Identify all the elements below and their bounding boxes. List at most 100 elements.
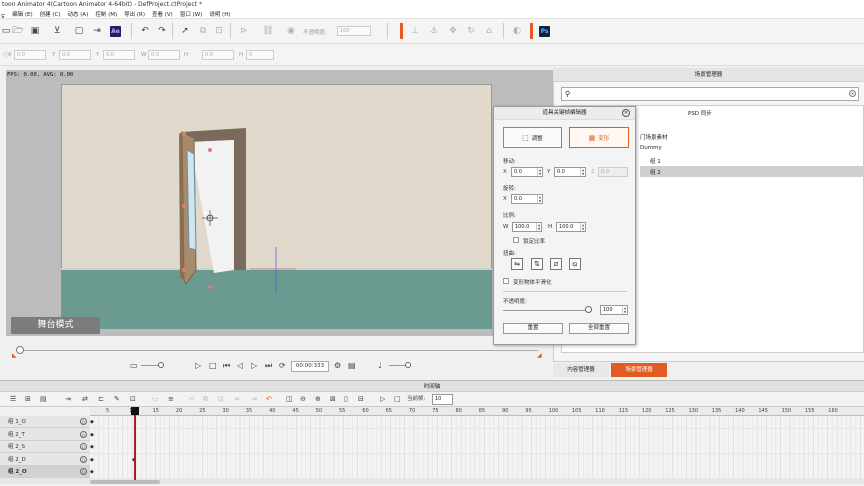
volume-slider-handle[interactable] <box>405 362 411 368</box>
clear-search-icon[interactable]: ✕ <box>849 90 856 97</box>
monitor-icon[interactable]: ▭ <box>130 361 138 371</box>
scale-h-input[interactable]: 100.0 ▲ ▼ <box>556 222 586 232</box>
pivot-point[interactable] <box>208 148 212 152</box>
copy-icon[interactable]: ⧉ <box>197 25 209 37</box>
cut-icon[interactable]: ✂ <box>189 394 195 404</box>
scrubber-handle[interactable] <box>16 346 24 354</box>
timeline-track[interactable]: 组 2_O ○ ◆ <box>0 466 864 478</box>
track-frames[interactable] <box>90 428 864 441</box>
keyframe-diamond-icon[interactable]: ◆ <box>90 469 94 475</box>
opacity-slider-handle[interactable] <box>585 306 592 313</box>
skew-left-icon[interactable]: ⧄ <box>550 258 562 270</box>
opacity-slider-track[interactable] <box>503 310 591 311</box>
track-frames[interactable] <box>90 466 864 478</box>
rotate-input[interactable]: 0.0 ▲ ▼ <box>511 194 543 204</box>
prev-key-icon[interactable]: ⇤ <box>235 394 241 404</box>
eye-icon[interactable]: ◉ <box>285 25 297 37</box>
zoom-out-icon[interactable]: ⊖ <box>300 394 306 404</box>
paste-key-icon[interactable]: ⊡ <box>218 394 224 404</box>
y2-input[interactable]: 0.0 <box>103 50 135 60</box>
import-icon[interactable]: ⊻ <box>51 25 63 37</box>
reset-button[interactable]: 重置 <box>503 323 563 334</box>
transform-mode-button[interactable]: ▦ 变形 <box>569 127 629 148</box>
key-icon[interactable]: ⇥ <box>65 394 71 404</box>
sound-icon[interactable]: ⊡ <box>130 394 136 404</box>
fit-all-icon[interactable]: ⊠ <box>330 394 336 404</box>
export-icon[interactable]: ⇥ <box>91 25 103 37</box>
smooth-checkbox[interactable] <box>503 278 509 284</box>
track-list-icon[interactable]: ☰ <box>10 394 16 404</box>
flip-horizontal-icon[interactable]: ⇋ <box>511 258 523 270</box>
reset-key-icon[interactable]: ↶ <box>266 394 272 404</box>
settings-gear-icon[interactable]: ⚙ <box>334 361 341 371</box>
pivot-point[interactable] <box>208 285 212 289</box>
layer-icon[interactable]: ⊞ <box>25 394 31 404</box>
w-input[interactable]: 0.0 <box>148 50 180 60</box>
stage-icon[interactable]: ▢ <box>73 25 85 37</box>
skew-right-icon[interactable]: ⧅ <box>569 258 581 270</box>
copy-key-icon[interactable]: ⧉ <box>203 394 208 404</box>
h-input[interactable]: 0.0 <box>202 50 234 60</box>
visibility-icon[interactable]: ○ <box>80 455 87 463</box>
track-frames[interactable] <box>90 453 864 466</box>
visibility-icon[interactable]: ○ <box>80 430 87 438</box>
track-frames[interactable] <box>90 416 864 428</box>
tree-item-group1[interactable]: 组 1 <box>650 157 661 165</box>
menu-view[interactable]: 查看 (V) <box>152 10 173 18</box>
timeline-track[interactable]: 组 2_T ○ ◆ <box>0 428 864 441</box>
link-icon[interactable]: ⛓ <box>262 25 274 37</box>
adjust-mode-button[interactable]: ⬚ 调整 <box>503 127 562 148</box>
tab-content-manager[interactable]: 内容管理器 <box>553 363 609 377</box>
menu-help[interactable]: 说明 (H) <box>209 10 230 18</box>
insert-key-icon[interactable]: ▭ <box>152 394 159 404</box>
move-x-input[interactable]: 0.0 ▲ ▼ <box>511 167 543 177</box>
open-folder-icon[interactable]: 🗁 <box>12 25 24 37</box>
tree-item-scene[interactable]: 门场景素材 <box>640 133 668 141</box>
psd-sync-label[interactable]: PSD 同步 <box>688 109 712 117</box>
timeline-play-icon[interactable]: ▷ <box>380 394 385 404</box>
timeline-track[interactable]: 组 2_D○◆◆ <box>0 453 864 466</box>
anchor-icon[interactable]: ⚓ <box>428 25 440 37</box>
last-frame-icon[interactable]: ⏭ <box>265 361 272 371</box>
paste-icon[interactable]: ⊡ <box>213 25 225 37</box>
rotate-icon[interactable]: ↻ <box>465 25 477 37</box>
dialog-opacity-input[interactable]: 100 ▲ ▼ <box>600 305 628 315</box>
scale-w-input[interactable]: 100.0 ▲ ▼ <box>512 222 542 232</box>
mirror-icon[interactable]: ⊥ <box>409 25 421 37</box>
y-input[interactable]: 0.0 <box>59 50 91 60</box>
visibility-icon[interactable]: ○ <box>80 468 87 475</box>
photoshop-icon[interactable]: Ps <box>539 26 550 37</box>
camera-icon[interactable]: ◐ <box>511 25 523 37</box>
timeline-track[interactable]: 组 1_O ○ ◆ <box>0 416 864 428</box>
keyframe-diamond-icon[interactable]: ◆ <box>90 432 94 438</box>
display-icon[interactable]: ▤ <box>348 361 356 371</box>
pivot-point[interactable] <box>182 204 186 208</box>
transition-icon[interactable]: ⇄ <box>82 394 88 404</box>
first-frame-icon[interactable]: ⏮ <box>223 361 230 371</box>
undo-icon[interactable]: ↶ <box>139 25 151 37</box>
zoom-in-icon[interactable]: ⊕ <box>315 394 321 404</box>
next-key-icon[interactable]: ⇥ <box>251 394 257 404</box>
edit-icon[interactable]: ✎ <box>114 394 120 404</box>
marker-icon[interactable]: ▯ <box>344 394 348 404</box>
track-frames[interactable] <box>90 441 864 453</box>
timeline-scrollbar[interactable] <box>90 480 160 484</box>
x-input[interactable]: 0.0 <box>14 50 46 60</box>
menu-animation[interactable]: 动态 (A) <box>68 10 89 18</box>
frame-ruler[interactable]: 5101520253035404550556065707580859095100… <box>90 407 864 416</box>
menu-control[interactable]: 控制 (M) <box>95 10 117 18</box>
range-icon[interactable]: ⊟ <box>358 394 364 404</box>
group-icon[interactable]: ▤ <box>40 394 47 404</box>
keyframe-diamond-icon[interactable]: ◆ <box>90 444 94 450</box>
reset-all-button[interactable]: 全部重置 <box>569 323 629 334</box>
h2-input[interactable]: 0 <box>246 50 274 60</box>
close-icon[interactable]: ✕ <box>622 109 630 117</box>
scene-search-input[interactable]: ⚲ ✕ <box>561 87 859 101</box>
current-time-field[interactable]: 00:00:333 <box>291 361 329 372</box>
prev-frame-icon[interactable]: ◁ <box>237 361 243 371</box>
audio-note-icon[interactable]: ♩ <box>378 361 382 371</box>
after-effects-icon[interactable]: Ae <box>110 26 121 37</box>
menu-create[interactable]: 创建 (C) <box>40 10 61 18</box>
home-icon[interactable]: ⌂ <box>483 25 495 37</box>
opacity-input[interactable]: 100 <box>337 26 371 36</box>
